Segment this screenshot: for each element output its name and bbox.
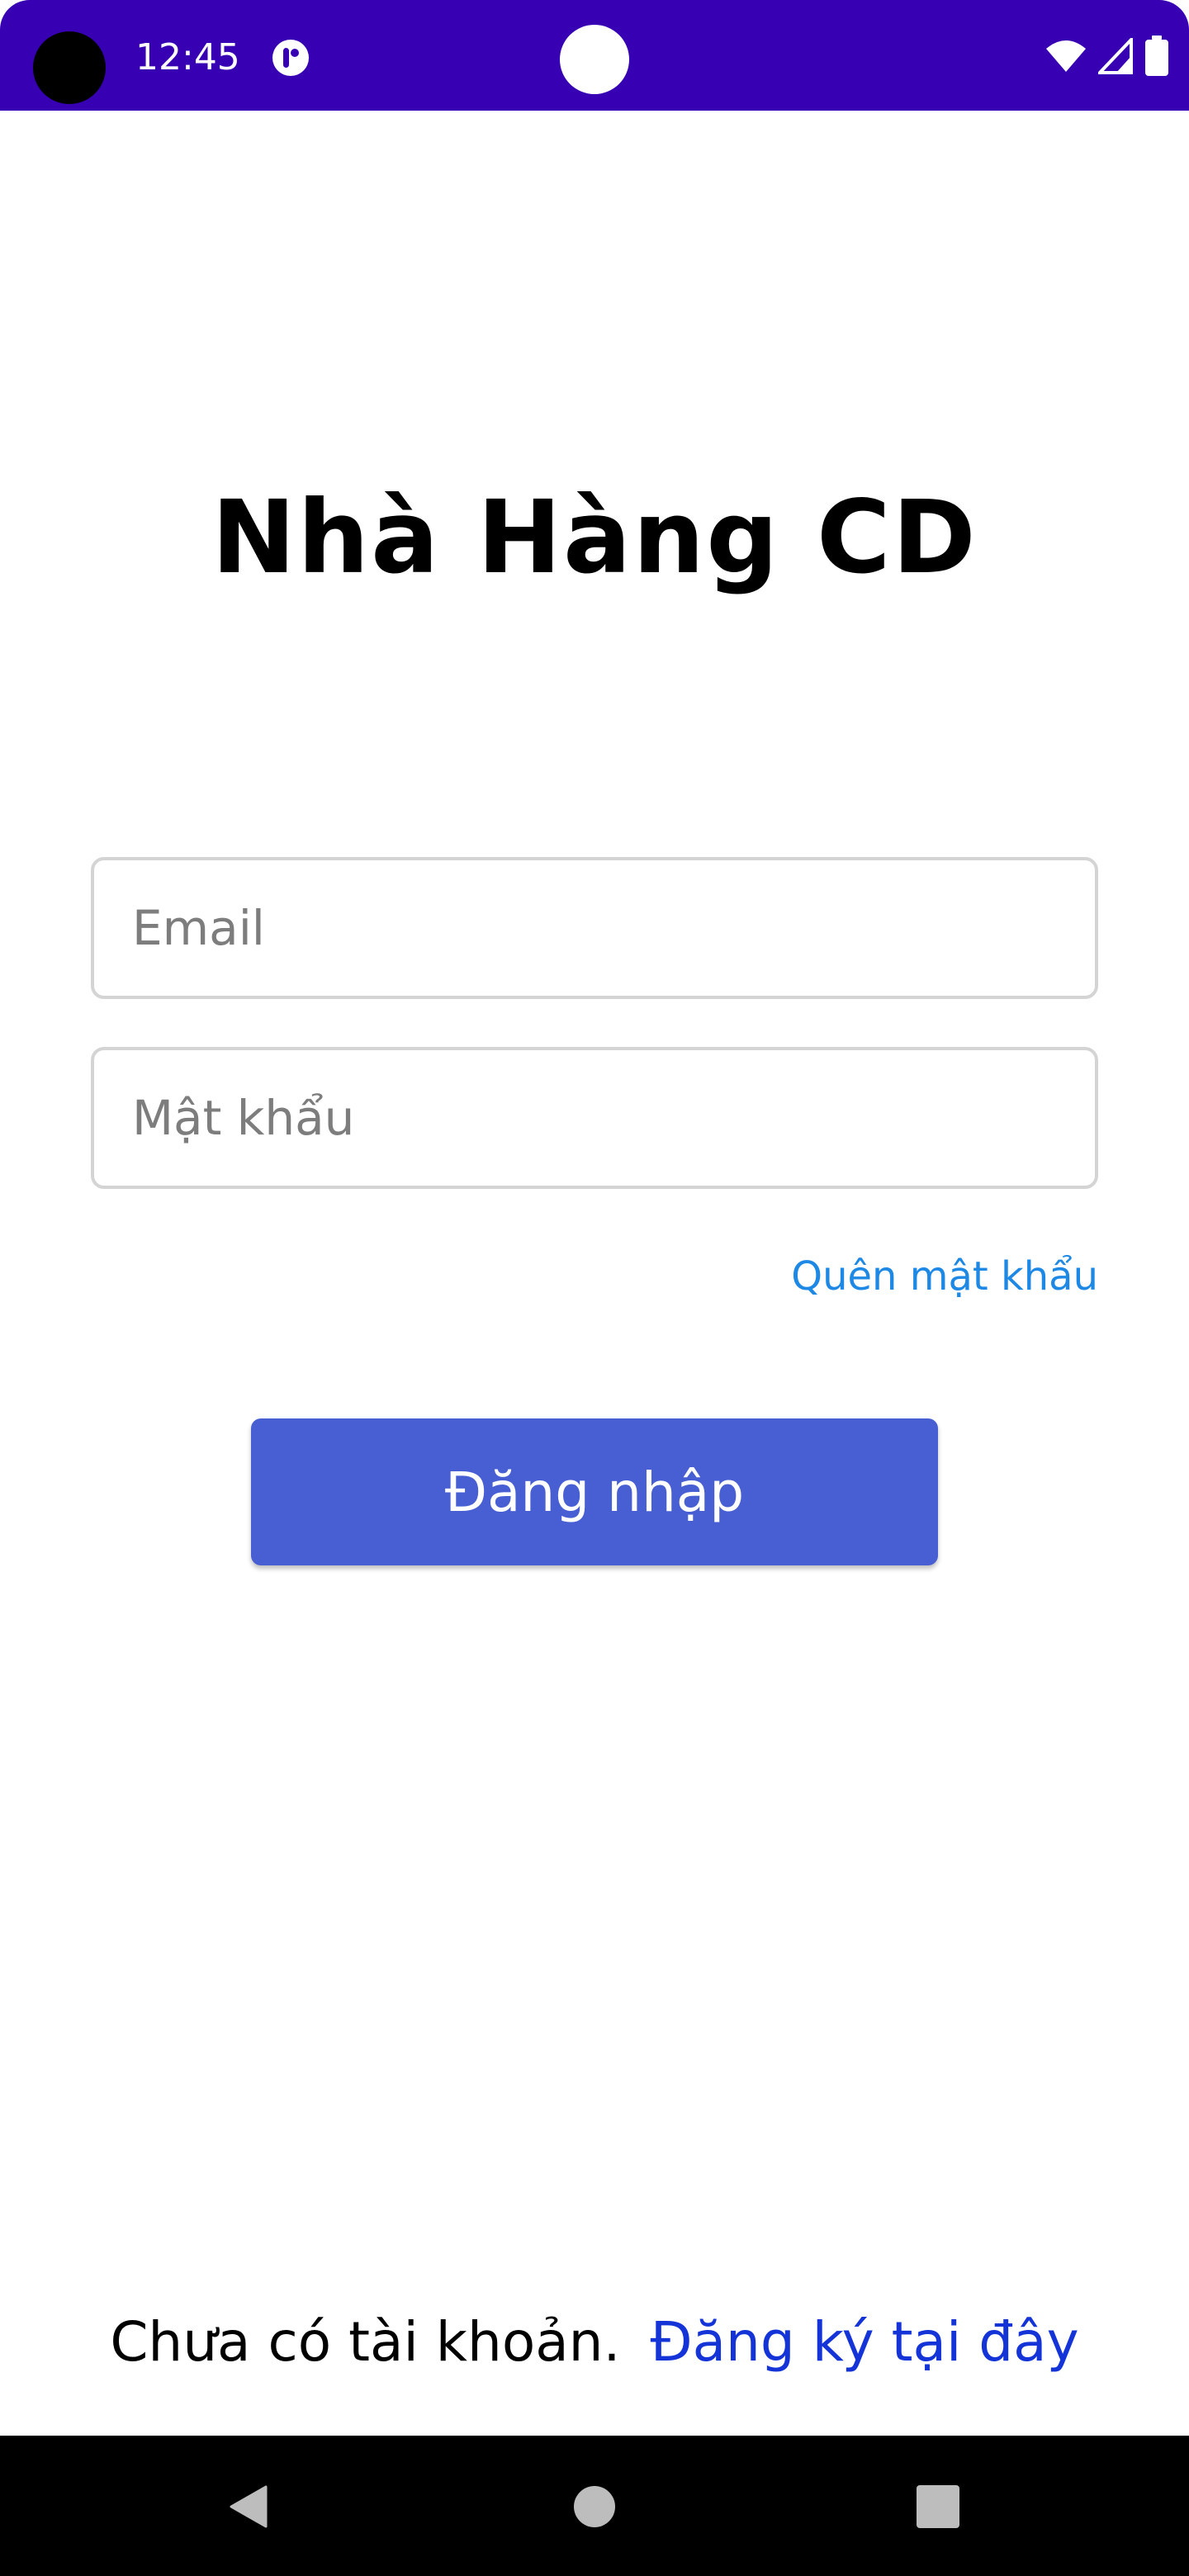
app-notification-icon xyxy=(272,40,309,76)
battery-icon xyxy=(1145,36,1168,76)
email-input[interactable] xyxy=(94,860,1095,996)
login-screen: 12:45 Nhà Hàng CD Quên xyxy=(0,0,1189,2576)
back-button[interactable] xyxy=(220,2477,279,2536)
status-time: 12:45 xyxy=(135,36,240,78)
camera-cutout xyxy=(33,31,106,104)
home-icon xyxy=(574,2486,615,2527)
status-bar: 12:45 xyxy=(0,0,1189,111)
back-icon xyxy=(230,2485,268,2528)
recents-icon xyxy=(917,2485,959,2528)
register-row: Chưa có tài khoản. Đăng ký tại đây xyxy=(0,2310,1189,2374)
status-icons xyxy=(1045,31,1169,81)
forgot-password-link[interactable]: Quên mật khẩu xyxy=(791,1253,1098,1300)
status-indicator-dot xyxy=(560,25,629,94)
app-title: Nhà Hàng CD xyxy=(211,479,978,596)
register-prompt: Chưa có tài khoản. xyxy=(110,2310,621,2374)
password-input[interactable] xyxy=(94,1050,1095,1186)
email-field-container xyxy=(91,857,1098,999)
login-button-label: Đăng nhập xyxy=(444,1460,745,1524)
cellular-signal-icon xyxy=(1098,38,1133,74)
home-button[interactable] xyxy=(565,2477,624,2536)
login-button[interactable]: Đăng nhập xyxy=(251,1418,938,1565)
password-field-container xyxy=(91,1047,1098,1189)
navigation-bar xyxy=(0,2436,1189,2576)
recents-button[interactable] xyxy=(908,2477,968,2536)
wifi-icon xyxy=(1046,40,1086,72)
register-link[interactable]: Đăng ký tại đây xyxy=(650,2310,1078,2374)
